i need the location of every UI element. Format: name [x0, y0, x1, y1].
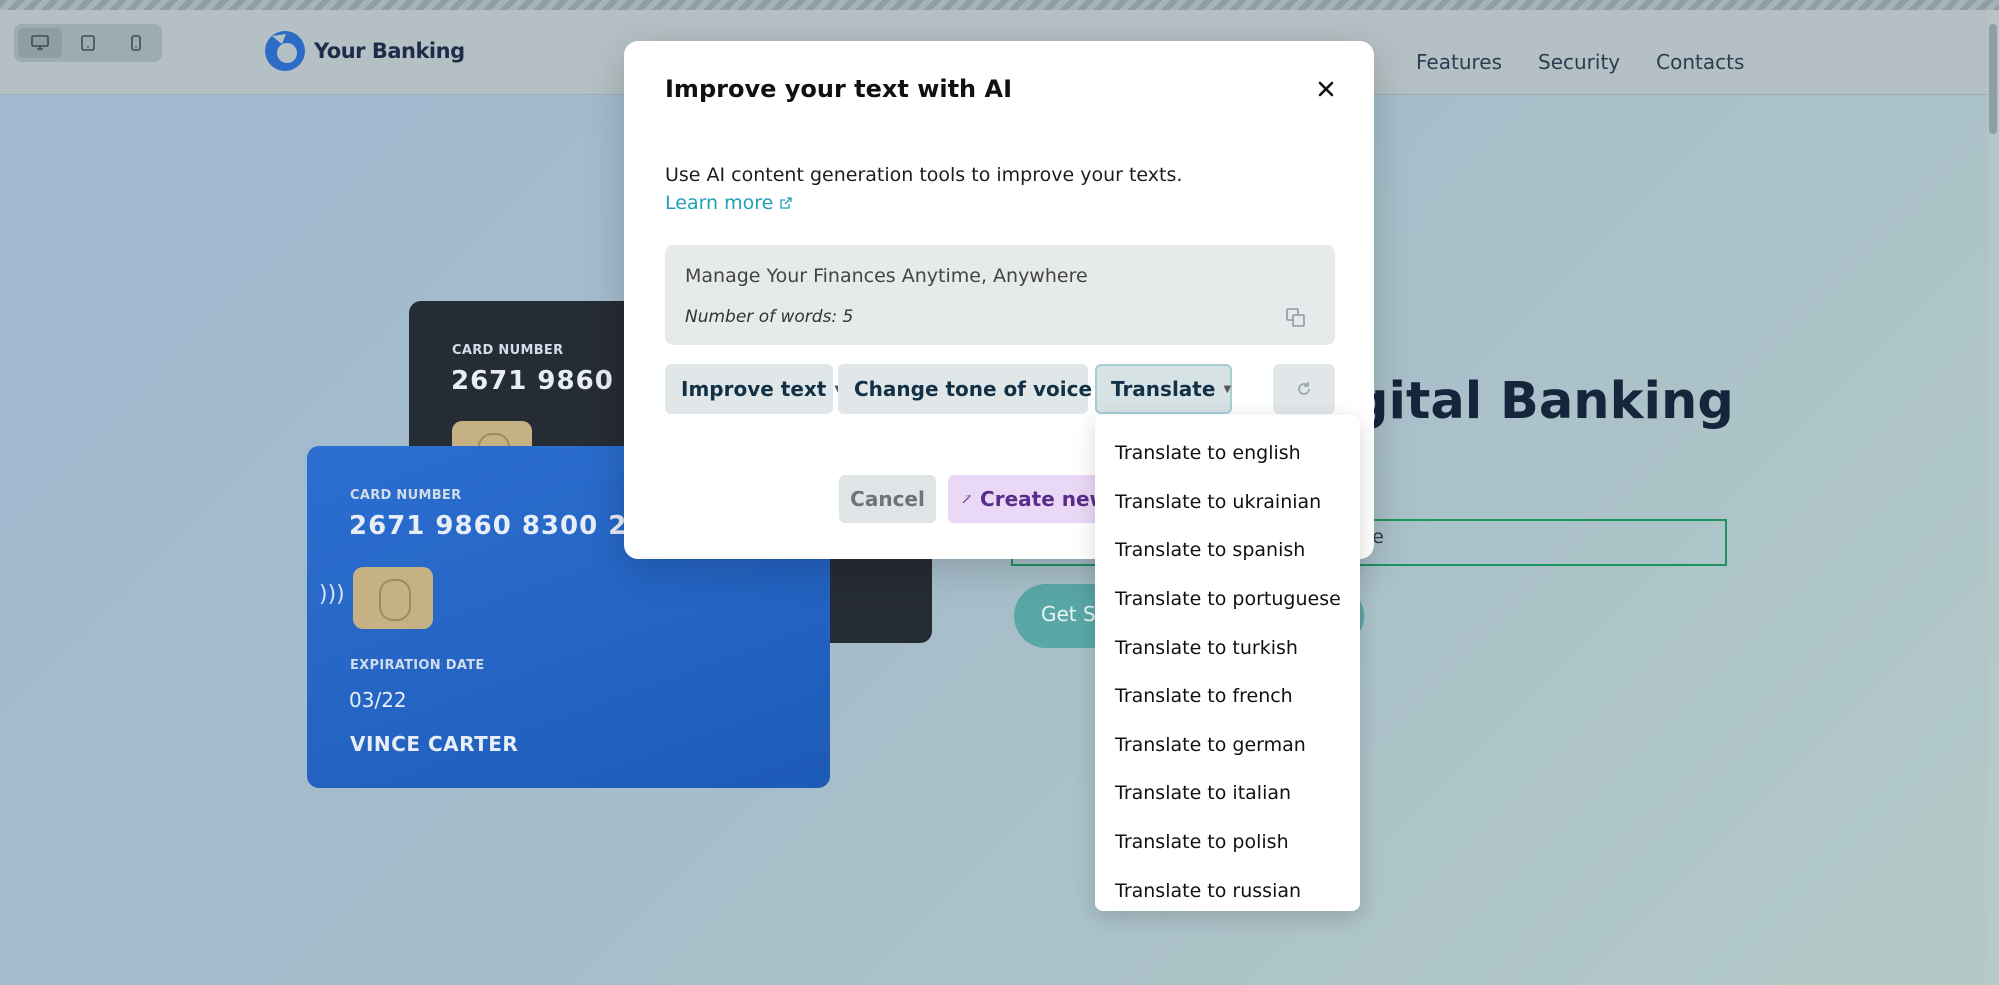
page-scrollbar[interactable] — [1987, 10, 1999, 985]
nav-link-contacts[interactable]: Contacts — [1656, 50, 1744, 74]
translate-ukrainian-option[interactable]: Translate to ukrainian — [1095, 478, 1360, 527]
cancel-button[interactable]: Cancel — [839, 475, 936, 523]
translate-italian-option[interactable]: Translate to italian — [1095, 769, 1360, 818]
logo-icon — [265, 31, 305, 71]
modal-title: Improve your text with AI — [665, 75, 1013, 103]
nav-links: Features Security Contacts — [1380, 50, 1744, 74]
create-new-label: Create new — [980, 487, 1108, 511]
learn-more-link[interactable]: Learn more — [665, 192, 793, 214]
magic-wand-icon — [962, 494, 972, 504]
translate-french-option[interactable]: Translate to french — [1095, 672, 1360, 721]
create-new-button[interactable]: Create new — [948, 475, 1108, 523]
close-icon — [1318, 81, 1334, 97]
external-link-icon — [780, 197, 793, 209]
translate-spanish-option[interactable]: Translate to spanish — [1095, 526, 1360, 575]
translate-menu: Translate to english Translate to ukrain… — [1095, 415, 1360, 911]
expiration-date: 03/22 — [349, 688, 407, 712]
card-number: 2671 9860 8300 202 — [349, 511, 666, 541]
translate-english-option[interactable]: Translate to english — [1095, 429, 1360, 478]
tablet-icon — [81, 35, 95, 51]
card-holder-name: VINCE CARTER — [350, 732, 519, 756]
modal-description: Use AI content generation tools to impro… — [665, 164, 1183, 186]
improve-text-label: Improve text — [681, 377, 827, 401]
copy-button[interactable] — [1285, 307, 1311, 333]
card-number-label: CARD NUMBER — [452, 343, 564, 358]
tablet-view-button[interactable] — [66, 28, 110, 58]
change-tone-label: Change tone of voice — [854, 377, 1093, 401]
nav-link-security[interactable]: Security — [1538, 50, 1620, 74]
scroll-thumb[interactable] — [1989, 24, 1997, 134]
brand-logo[interactable]: Your Banking — [264, 30, 465, 72]
regenerate-button[interactable] — [1273, 364, 1335, 414]
get-started-label: Get S — [1041, 602, 1096, 626]
nav-link-features[interactable]: Features — [1416, 50, 1502, 74]
translate-russian-option[interactable]: Translate to russian — [1095, 866, 1360, 915]
learn-more-label: Learn more — [665, 192, 774, 214]
improve-text-dropdown[interactable]: Improve text▼ — [665, 364, 842, 414]
logo-text: Your Banking — [314, 39, 465, 63]
word-count: Number of words: 5 — [685, 307, 854, 327]
contactless-icon: ))) — [319, 582, 345, 607]
translate-dropdown[interactable]: Translate ▼ — [1095, 364, 1232, 414]
card-chip — [353, 567, 433, 629]
desktop-view-button[interactable] — [18, 28, 62, 58]
hero-title: gital Banking — [1352, 372, 1734, 431]
expiration-date-label: EXPIRATION DATE — [350, 658, 485, 673]
copy-icon — [1286, 308, 1305, 327]
refresh-icon — [1298, 382, 1310, 395]
close-button[interactable] — [1308, 71, 1344, 107]
mobile-icon — [131, 35, 141, 51]
source-text-box: Manage Your Finances Anytime, Anywhere N… — [665, 245, 1335, 345]
device-switcher — [14, 24, 162, 62]
desktop-icon — [31, 35, 49, 50]
caret-down-icon: ▼ — [1223, 383, 1232, 395]
source-text: Manage Your Finances Anytime, Anywhere — [685, 265, 1088, 287]
translate-turkish-option[interactable]: Translate to turkish — [1095, 623, 1360, 672]
top-stripe — [0, 0, 1999, 10]
translate-portuguese-option[interactable]: Translate to portuguese — [1095, 575, 1360, 624]
mobile-view-button[interactable] — [114, 28, 158, 58]
translate-polish-option[interactable]: Translate to polish — [1095, 818, 1360, 867]
translate-label: Translate — [1111, 377, 1216, 401]
translate-german-option[interactable]: Translate to german — [1095, 721, 1360, 770]
card-number-label: CARD NUMBER — [350, 488, 462, 503]
change-tone-dropdown[interactable]: Change tone of voice▼ — [838, 364, 1108, 414]
